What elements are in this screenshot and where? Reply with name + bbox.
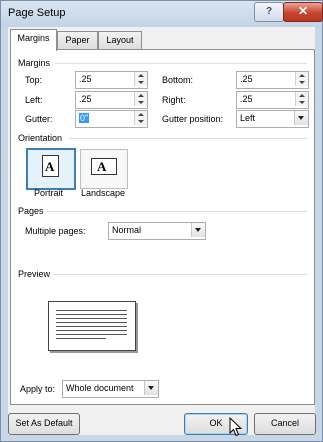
mouse-cursor-icon bbox=[229, 417, 243, 437]
cancel-button[interactable]: Cancel bbox=[254, 413, 316, 435]
right-margin-spinner[interactable]: .25 bbox=[236, 91, 309, 109]
gutter-position-value: Left bbox=[240, 113, 256, 123]
divider bbox=[47, 211, 307, 212]
window-title: Page Setup bbox=[8, 7, 66, 19]
landscape-label[interactable]: Landscape bbox=[81, 188, 125, 198]
gutter-value[interactable]: 0" bbox=[79, 113, 90, 123]
portrait-page-icon: A bbox=[42, 155, 59, 177]
left-margin-spinner[interactable]: .25 bbox=[75, 91, 148, 109]
left-margin-value[interactable]: .25 bbox=[79, 94, 92, 104]
spinner-arrows[interactable] bbox=[134, 111, 147, 125]
multiple-pages-value: Normal bbox=[112, 225, 142, 235]
pages-group-label: Pages bbox=[18, 206, 44, 216]
margins-tab-panel: Margins Top: .25 Left: .25 Gutter: 0" Bo… bbox=[10, 49, 315, 405]
spinner-arrows[interactable] bbox=[134, 72, 147, 86]
top-margin-spinner[interactable]: .25 bbox=[75, 71, 148, 89]
bottom-margin-spinner[interactable]: .25 bbox=[236, 71, 309, 89]
close-icon: ✕ bbox=[297, 4, 309, 18]
dropdown-button[interactable] bbox=[191, 223, 205, 237]
margins-group-label: Margins bbox=[18, 58, 51, 68]
landscape-page-icon: A bbox=[91, 158, 117, 175]
right-margin-value[interactable]: .25 bbox=[240, 94, 253, 104]
tab-layout[interactable]: Layout bbox=[98, 31, 142, 50]
dropdown-button[interactable] bbox=[144, 381, 158, 395]
landscape-option[interactable]: A bbox=[80, 149, 128, 189]
spinner-arrows[interactable] bbox=[134, 92, 147, 106]
gutter-position-label: Gutter position: bbox=[162, 114, 224, 124]
spin-down-icon[interactable] bbox=[138, 81, 144, 84]
gutter-value-wrap[interactable]: 0" bbox=[79, 113, 90, 123]
spin-up-icon[interactable] bbox=[138, 113, 144, 116]
apply-to-label: Apply to: bbox=[20, 384, 56, 394]
top-margin-label: Top: bbox=[25, 75, 43, 85]
gutter-position-select[interactable]: Left bbox=[236, 110, 309, 128]
tab-paper[interactable]: Paper bbox=[57, 31, 98, 50]
spin-up-icon[interactable] bbox=[299, 74, 305, 77]
spin-up-icon[interactable] bbox=[138, 94, 144, 97]
top-margin-value[interactable]: .25 bbox=[79, 74, 92, 84]
bottom-margin-value[interactable]: .25 bbox=[240, 74, 253, 84]
close-button[interactable]: ✕ bbox=[283, 2, 323, 22]
gutter-label: Gutter: bbox=[25, 114, 53, 124]
preview-group-label: Preview bbox=[18, 269, 51, 279]
chevron-down-icon bbox=[148, 386, 154, 390]
spin-down-icon[interactable] bbox=[299, 81, 305, 84]
chevron-down-icon bbox=[195, 228, 201, 232]
spin-down-icon[interactable] bbox=[138, 101, 144, 104]
portrait-letter: A bbox=[45, 159, 55, 174]
apply-to-value: Whole document bbox=[66, 383, 134, 393]
spin-down-icon[interactable] bbox=[299, 101, 305, 104]
bottom-margin-label: Bottom: bbox=[162, 75, 194, 85]
right-margin-label: Right: bbox=[162, 95, 186, 105]
spin-up-icon[interactable] bbox=[138, 74, 144, 77]
divider bbox=[53, 274, 307, 275]
gutter-spinner[interactable]: 0" bbox=[75, 110, 148, 128]
spinner-arrows[interactable] bbox=[295, 72, 308, 86]
portrait-option[interactable]: A bbox=[26, 148, 76, 190]
divider bbox=[69, 138, 307, 139]
help-button[interactable]: ? bbox=[254, 2, 284, 22]
left-margin-label: Left: bbox=[25, 95, 43, 105]
spinner-arrows[interactable] bbox=[295, 92, 308, 106]
divider bbox=[55, 63, 307, 64]
set-as-default-button[interactable]: Set As Default bbox=[8, 413, 80, 435]
portrait-label[interactable]: Portrait bbox=[34, 188, 63, 198]
multiple-pages-label: Multiple pages: bbox=[25, 226, 86, 236]
tab-margins[interactable]: Margins bbox=[10, 29, 57, 51]
chevron-down-icon bbox=[298, 116, 304, 120]
spin-up-icon[interactable] bbox=[299, 94, 305, 97]
preview-page bbox=[48, 301, 136, 351]
landscape-letter: A bbox=[97, 159, 107, 174]
dropdown-button[interactable] bbox=[294, 111, 308, 125]
orientation-group-label: Orientation bbox=[18, 133, 63, 143]
title-bar[interactable]: Page Setup ? ✕ bbox=[1, 1, 323, 27]
page-setup-dialog: Page Setup ? ✕ Margins Paper Layout Marg… bbox=[0, 0, 323, 442]
apply-to-select[interactable]: Whole document bbox=[62, 380, 159, 398]
spin-down-icon[interactable] bbox=[138, 120, 144, 123]
multiple-pages-select[interactable]: Normal bbox=[108, 222, 206, 240]
